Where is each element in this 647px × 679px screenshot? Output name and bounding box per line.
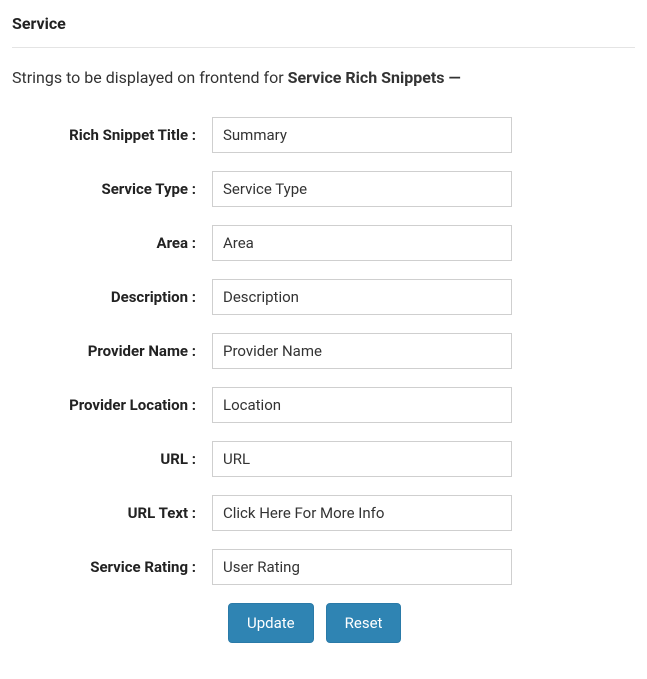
row-url: URL : (12, 441, 635, 477)
input-rich-snippet-title[interactable] (212, 117, 512, 153)
input-area[interactable] (212, 225, 512, 261)
label-provider-name: Provider Name : (12, 342, 212, 360)
label-area: Area : (12, 234, 212, 252)
label-service-type: Service Type : (12, 180, 212, 198)
input-service-rating[interactable] (212, 549, 512, 585)
form-table: Rich Snippet Title : Service Type : Area… (12, 117, 635, 643)
input-description[interactable] (212, 279, 512, 315)
input-provider-location[interactable] (212, 387, 512, 423)
row-provider-name: Provider Name : (12, 333, 635, 369)
reset-button[interactable]: Reset (326, 603, 402, 643)
label-url-text: URL Text : (12, 504, 212, 522)
intro-text: Strings to be displayed on frontend for … (12, 68, 635, 87)
input-service-type[interactable] (212, 171, 512, 207)
label-url: URL : (12, 450, 212, 468)
label-service-rating: Service Rating : (12, 558, 212, 576)
row-service-type: Service Type : (12, 171, 635, 207)
row-url-text: URL Text : (12, 495, 635, 531)
input-url[interactable] (212, 441, 512, 477)
row-description: Description : (12, 279, 635, 315)
row-service-rating: Service Rating : (12, 549, 635, 585)
section-title: Service (12, 14, 635, 33)
intro-bold: Service Rich Snippets — (288, 68, 461, 87)
label-description: Description : (12, 288, 212, 306)
update-button[interactable]: Update (228, 603, 314, 643)
input-url-text[interactable] (212, 495, 512, 531)
intro-prefix: Strings to be displayed on frontend for (12, 68, 288, 87)
row-provider-location: Provider Location : (12, 387, 635, 423)
input-provider-name[interactable] (212, 333, 512, 369)
section-divider (12, 47, 635, 48)
label-provider-location: Provider Location : (12, 396, 212, 414)
row-rich-snippet-title: Rich Snippet Title : (12, 117, 635, 153)
row-area: Area : (12, 225, 635, 261)
button-row: Update Reset (228, 603, 635, 643)
label-rich-snippet-title: Rich Snippet Title : (12, 126, 212, 144)
